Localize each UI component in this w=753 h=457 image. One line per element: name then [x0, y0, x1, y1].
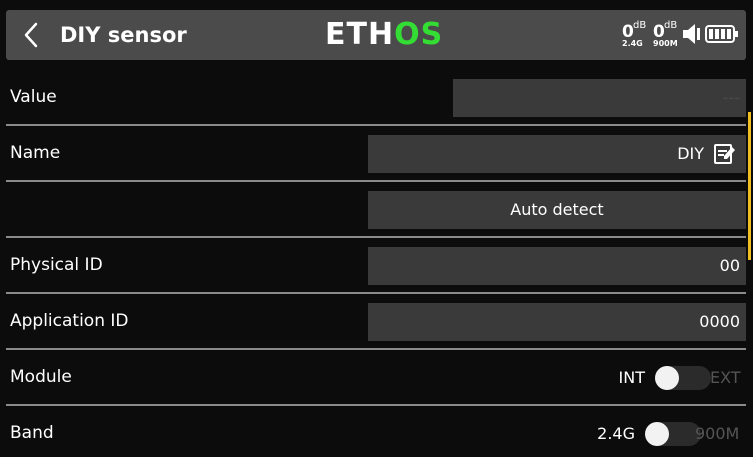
edit-text-icon[interactable] — [714, 143, 736, 165]
settings-list: Value --- Name DIY Auto detect Physical … — [0, 70, 753, 457]
rssi-band: 900M — [653, 39, 678, 48]
row-label: Band — [10, 423, 54, 443]
physical-id-field[interactable]: 00 — [368, 247, 746, 285]
row-label: Module — [10, 367, 72, 387]
row-band: Band 2.4G 900M — [0, 406, 753, 457]
row-label: Value — [10, 87, 57, 107]
row-label: Physical ID — [10, 255, 103, 275]
auto-detect-button[interactable]: Auto detect — [368, 191, 746, 229]
row-module: Module INT EXT — [0, 350, 753, 406]
physical-id-value: 00 — [719, 256, 740, 275]
name-field[interactable]: DIY — [368, 135, 746, 173]
value-display: --- — [453, 79, 746, 117]
band-toggle[interactable]: 2.4G 900M — [585, 420, 745, 448]
header: DIY sensor ETHOS 0 dB 2.4G 0 dB 900M — [0, 0, 753, 70]
back-icon[interactable] — [20, 22, 44, 48]
logo-text-eth: ETH — [325, 17, 395, 52]
rssi-unit: dB — [664, 20, 678, 31]
module-switch[interactable] — [655, 366, 711, 390]
band-switch[interactable] — [645, 422, 701, 446]
switch-knob — [655, 366, 679, 390]
row-name: Name DIY — [0, 126, 753, 182]
ethos-logo: ETHOS — [325, 18, 445, 52]
value-text: --- — [722, 88, 740, 107]
module-toggle[interactable]: INT EXT — [605, 364, 745, 392]
row-auto-detect: Auto detect — [0, 182, 753, 238]
switch-knob — [645, 422, 669, 446]
toggle-option-int: INT — [618, 368, 645, 387]
scrollbar[interactable] — [748, 112, 751, 260]
row-value: Value --- — [0, 70, 753, 126]
toggle-option-ext: EXT — [710, 368, 741, 387]
rssi-band: 2.4G — [622, 39, 643, 48]
row-application-id: Application ID 0000 — [0, 294, 753, 350]
speaker-icon[interactable] — [681, 22, 701, 46]
application-id-field[interactable]: 0000 — [368, 303, 746, 341]
toggle-option-900m: 900M — [695, 424, 740, 443]
rssi-unit: dB — [633, 20, 647, 31]
row-label: Name — [10, 143, 61, 163]
row-label: Application ID — [10, 311, 129, 331]
name-value: DIY — [677, 144, 704, 163]
battery-icon — [705, 25, 738, 43]
row-physical-id: Physical ID 00 — [0, 238, 753, 294]
logo-text-os: OS — [394, 17, 444, 52]
toggle-option-2g4: 2.4G — [597, 424, 635, 443]
screen-title: DIY sensor — [60, 23, 187, 47]
application-id-value: 0000 — [699, 312, 740, 331]
auto-detect-label: Auto detect — [510, 200, 604, 219]
